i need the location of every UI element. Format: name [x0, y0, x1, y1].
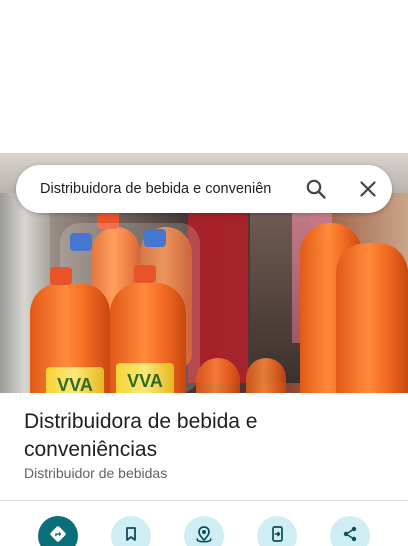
bookmark-icon [126, 527, 136, 541]
close-icon[interactable] [356, 177, 380, 201]
search-input[interactable]: Distribuidora de bebida e conveniên [40, 165, 302, 213]
directions-icon [50, 526, 66, 542]
bottle [336, 243, 408, 393]
share-button[interactable] [330, 516, 370, 546]
bottle [246, 358, 286, 393]
bottle-cap [50, 267, 72, 285]
divider [0, 500, 408, 501]
bottle-label: VVA [116, 363, 174, 393]
search-bar[interactable]: Distribuidora de bebida e conveniên [16, 165, 392, 213]
place-category: Distribuidor de bebidas [24, 465, 168, 481]
nearby-button[interactable] [184, 516, 224, 546]
share-icon [343, 526, 357, 542]
send-to-phone-button[interactable] [257, 516, 297, 546]
nearby-icon [196, 526, 212, 543]
directions-button[interactable] [38, 516, 78, 546]
bottle-cap [134, 265, 156, 283]
place-details-page: VVA VVA Distribuidora de bebida e conven… [0, 0, 408, 546]
bottle-label: VVA [46, 367, 104, 393]
phone-icon [272, 526, 283, 542]
search-icon[interactable] [304, 177, 328, 201]
save-button[interactable] [111, 516, 151, 546]
place-title: Distribuidora de bebida e conveniências [24, 410, 258, 461]
